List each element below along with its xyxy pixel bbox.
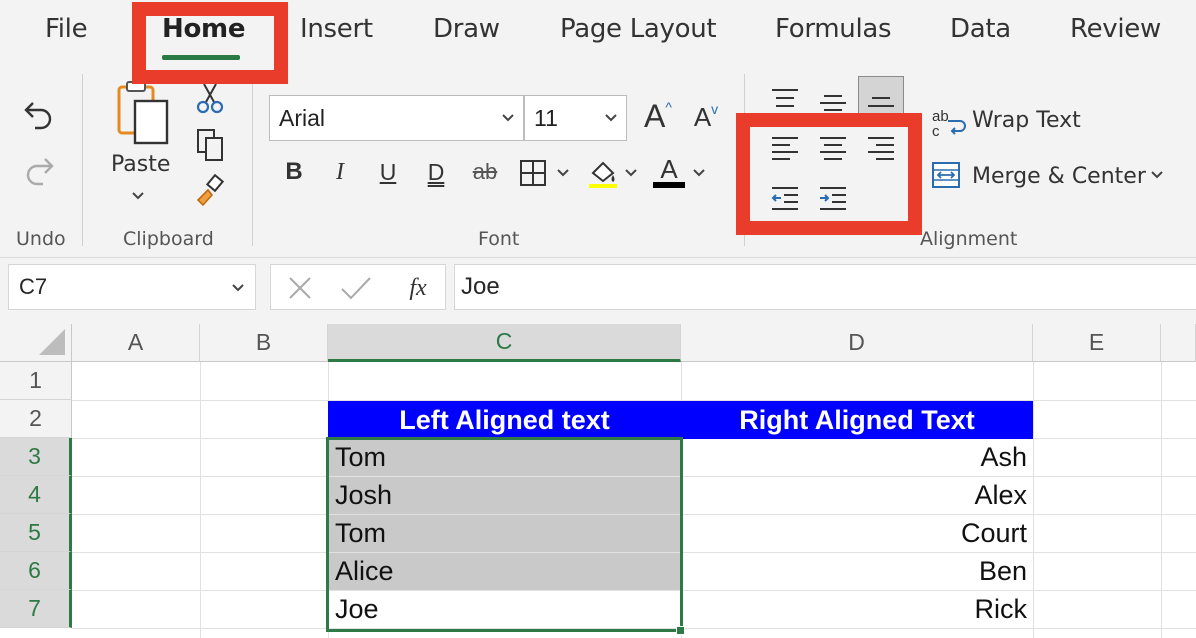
divider — [252, 74, 253, 246]
row-header-4[interactable]: 4 — [0, 476, 72, 514]
group-label-font: Font — [478, 228, 520, 250]
fill-color-icon[interactable] — [586, 156, 620, 190]
row-header-5[interactable]: 5 — [0, 514, 72, 552]
paste-button[interactable]: Paste — [111, 152, 170, 177]
merge-center-icon[interactable] — [930, 160, 962, 190]
cell-d3[interactable]: Ash — [682, 439, 1033, 476]
gridline — [1033, 362, 1034, 638]
tab-formulas[interactable]: Formulas — [775, 14, 892, 44]
font-name-value: Arial — [279, 104, 326, 131]
copy-icon[interactable] — [192, 126, 228, 164]
paste-icon[interactable] — [112, 78, 174, 148]
chevron-down-icon — [605, 114, 617, 122]
tab-draw[interactable]: Draw — [433, 14, 500, 44]
cut-icon[interactable] — [192, 80, 228, 116]
fill-handle[interactable] — [676, 626, 685, 635]
column-header-b[interactable]: B — [200, 324, 328, 362]
enter-icon[interactable] — [339, 273, 373, 303]
row-header-6[interactable]: 6 — [0, 552, 72, 590]
ribbon: Undo Paste Clipboard Arial 11 A ^ Av B I … — [0, 62, 1196, 258]
row-header-3[interactable]: 3 — [0, 438, 72, 476]
chevron-down-icon[interactable] — [690, 166, 708, 180]
home-tab-highlight — [132, 2, 288, 84]
name-box[interactable]: C7 — [8, 264, 256, 310]
chevron-down-icon — [502, 114, 514, 122]
row-header-2[interactable]: 2 — [0, 400, 72, 438]
chevron-down-icon[interactable] — [554, 166, 572, 180]
column-header-a[interactable]: A — [72, 324, 200, 362]
chevron-down-icon[interactable] — [128, 188, 148, 204]
row-header-1[interactable]: 1 — [0, 362, 72, 400]
column-header-c[interactable]: C — [328, 324, 681, 362]
double-underline-icon[interactable]: D — [422, 155, 450, 189]
chevron-down-icon — [232, 284, 244, 292]
font-color-glyph: A — [660, 154, 678, 184]
select-all-corner[interactable] — [0, 324, 72, 362]
formula-input[interactable]: Joe — [454, 264, 1196, 310]
font-name-select[interactable]: Arial — [269, 95, 524, 141]
decrease-font-icon[interactable]: Av — [688, 98, 724, 136]
wrap-text-button[interactable]: Wrap Text — [972, 108, 1081, 133]
gridline — [200, 362, 201, 638]
decrease-font-glyph: A — [693, 101, 712, 132]
cell-d7[interactable]: Rick — [682, 591, 1033, 628]
cell-d4[interactable]: Alex — [682, 477, 1033, 514]
tab-review[interactable]: Review — [1070, 14, 1161, 44]
formula-bar: C7 fx Joe — [0, 258, 1196, 324]
cell-c2[interactable]: Left Aligned text — [328, 401, 681, 439]
cell-d6[interactable]: Ben — [682, 553, 1033, 590]
column-header-d[interactable]: D — [681, 324, 1033, 362]
group-label-clipboard: Clipboard — [123, 228, 214, 250]
tab-file[interactable]: File — [45, 14, 88, 44]
divider — [82, 74, 83, 246]
italic-icon[interactable]: I — [326, 155, 354, 189]
underline-icon[interactable]: U — [374, 155, 402, 189]
align-top-icon[interactable] — [768, 84, 802, 114]
borders-icon[interactable] — [518, 158, 548, 188]
cell-d2[interactable]: Right Aligned Text — [681, 401, 1033, 439]
selection-range — [326, 437, 683, 632]
gridline — [1161, 362, 1162, 638]
spreadsheet-grid: A B C D E 1 2 3 4 5 6 7 Left Aligned tex… — [0, 324, 1196, 638]
font-size-value: 11 — [534, 104, 558, 131]
wrap-text-icon[interactable]: ab c — [932, 104, 968, 144]
tab-data[interactable]: Data — [950, 14, 1011, 44]
alignment-highlight — [736, 113, 922, 235]
column-header-f[interactable] — [1161, 324, 1196, 362]
row-header-7[interactable]: 7 — [0, 590, 72, 628]
column-header-e[interactable]: E — [1033, 324, 1161, 362]
tab-insert[interactable]: Insert — [300, 14, 373, 44]
name-box-value: C7 — [19, 274, 48, 299]
wrap-text-glyph-c: c — [932, 123, 940, 140]
strikethrough-icon[interactable]: ab — [466, 155, 504, 189]
font-size-select[interactable]: 11 — [524, 95, 627, 141]
merge-center-button[interactable]: Merge & Center — [972, 164, 1146, 189]
group-label-alignment: Alignment — [920, 228, 1018, 250]
redo-icon[interactable] — [18, 150, 60, 192]
group-label-undo: Undo — [16, 228, 66, 250]
insert-function-icon[interactable]: fx — [401, 271, 435, 305]
increase-font-glyph: A — [644, 97, 666, 134]
font-color-icon[interactable]: A — [652, 154, 686, 190]
formula-buttons: fx — [270, 264, 446, 310]
cancel-icon[interactable] — [285, 273, 315, 303]
cell-d5[interactable]: Court — [682, 515, 1033, 552]
chevron-down-icon[interactable] — [622, 166, 640, 180]
bold-icon[interactable]: B — [280, 155, 308, 189]
increase-font-icon[interactable]: A ^ — [638, 96, 678, 136]
tab-page-layout[interactable]: Page Layout — [560, 14, 717, 44]
format-painter-icon[interactable] — [192, 172, 228, 210]
chevron-down-icon[interactable] — [1148, 168, 1166, 182]
undo-icon[interactable] — [18, 94, 60, 136]
